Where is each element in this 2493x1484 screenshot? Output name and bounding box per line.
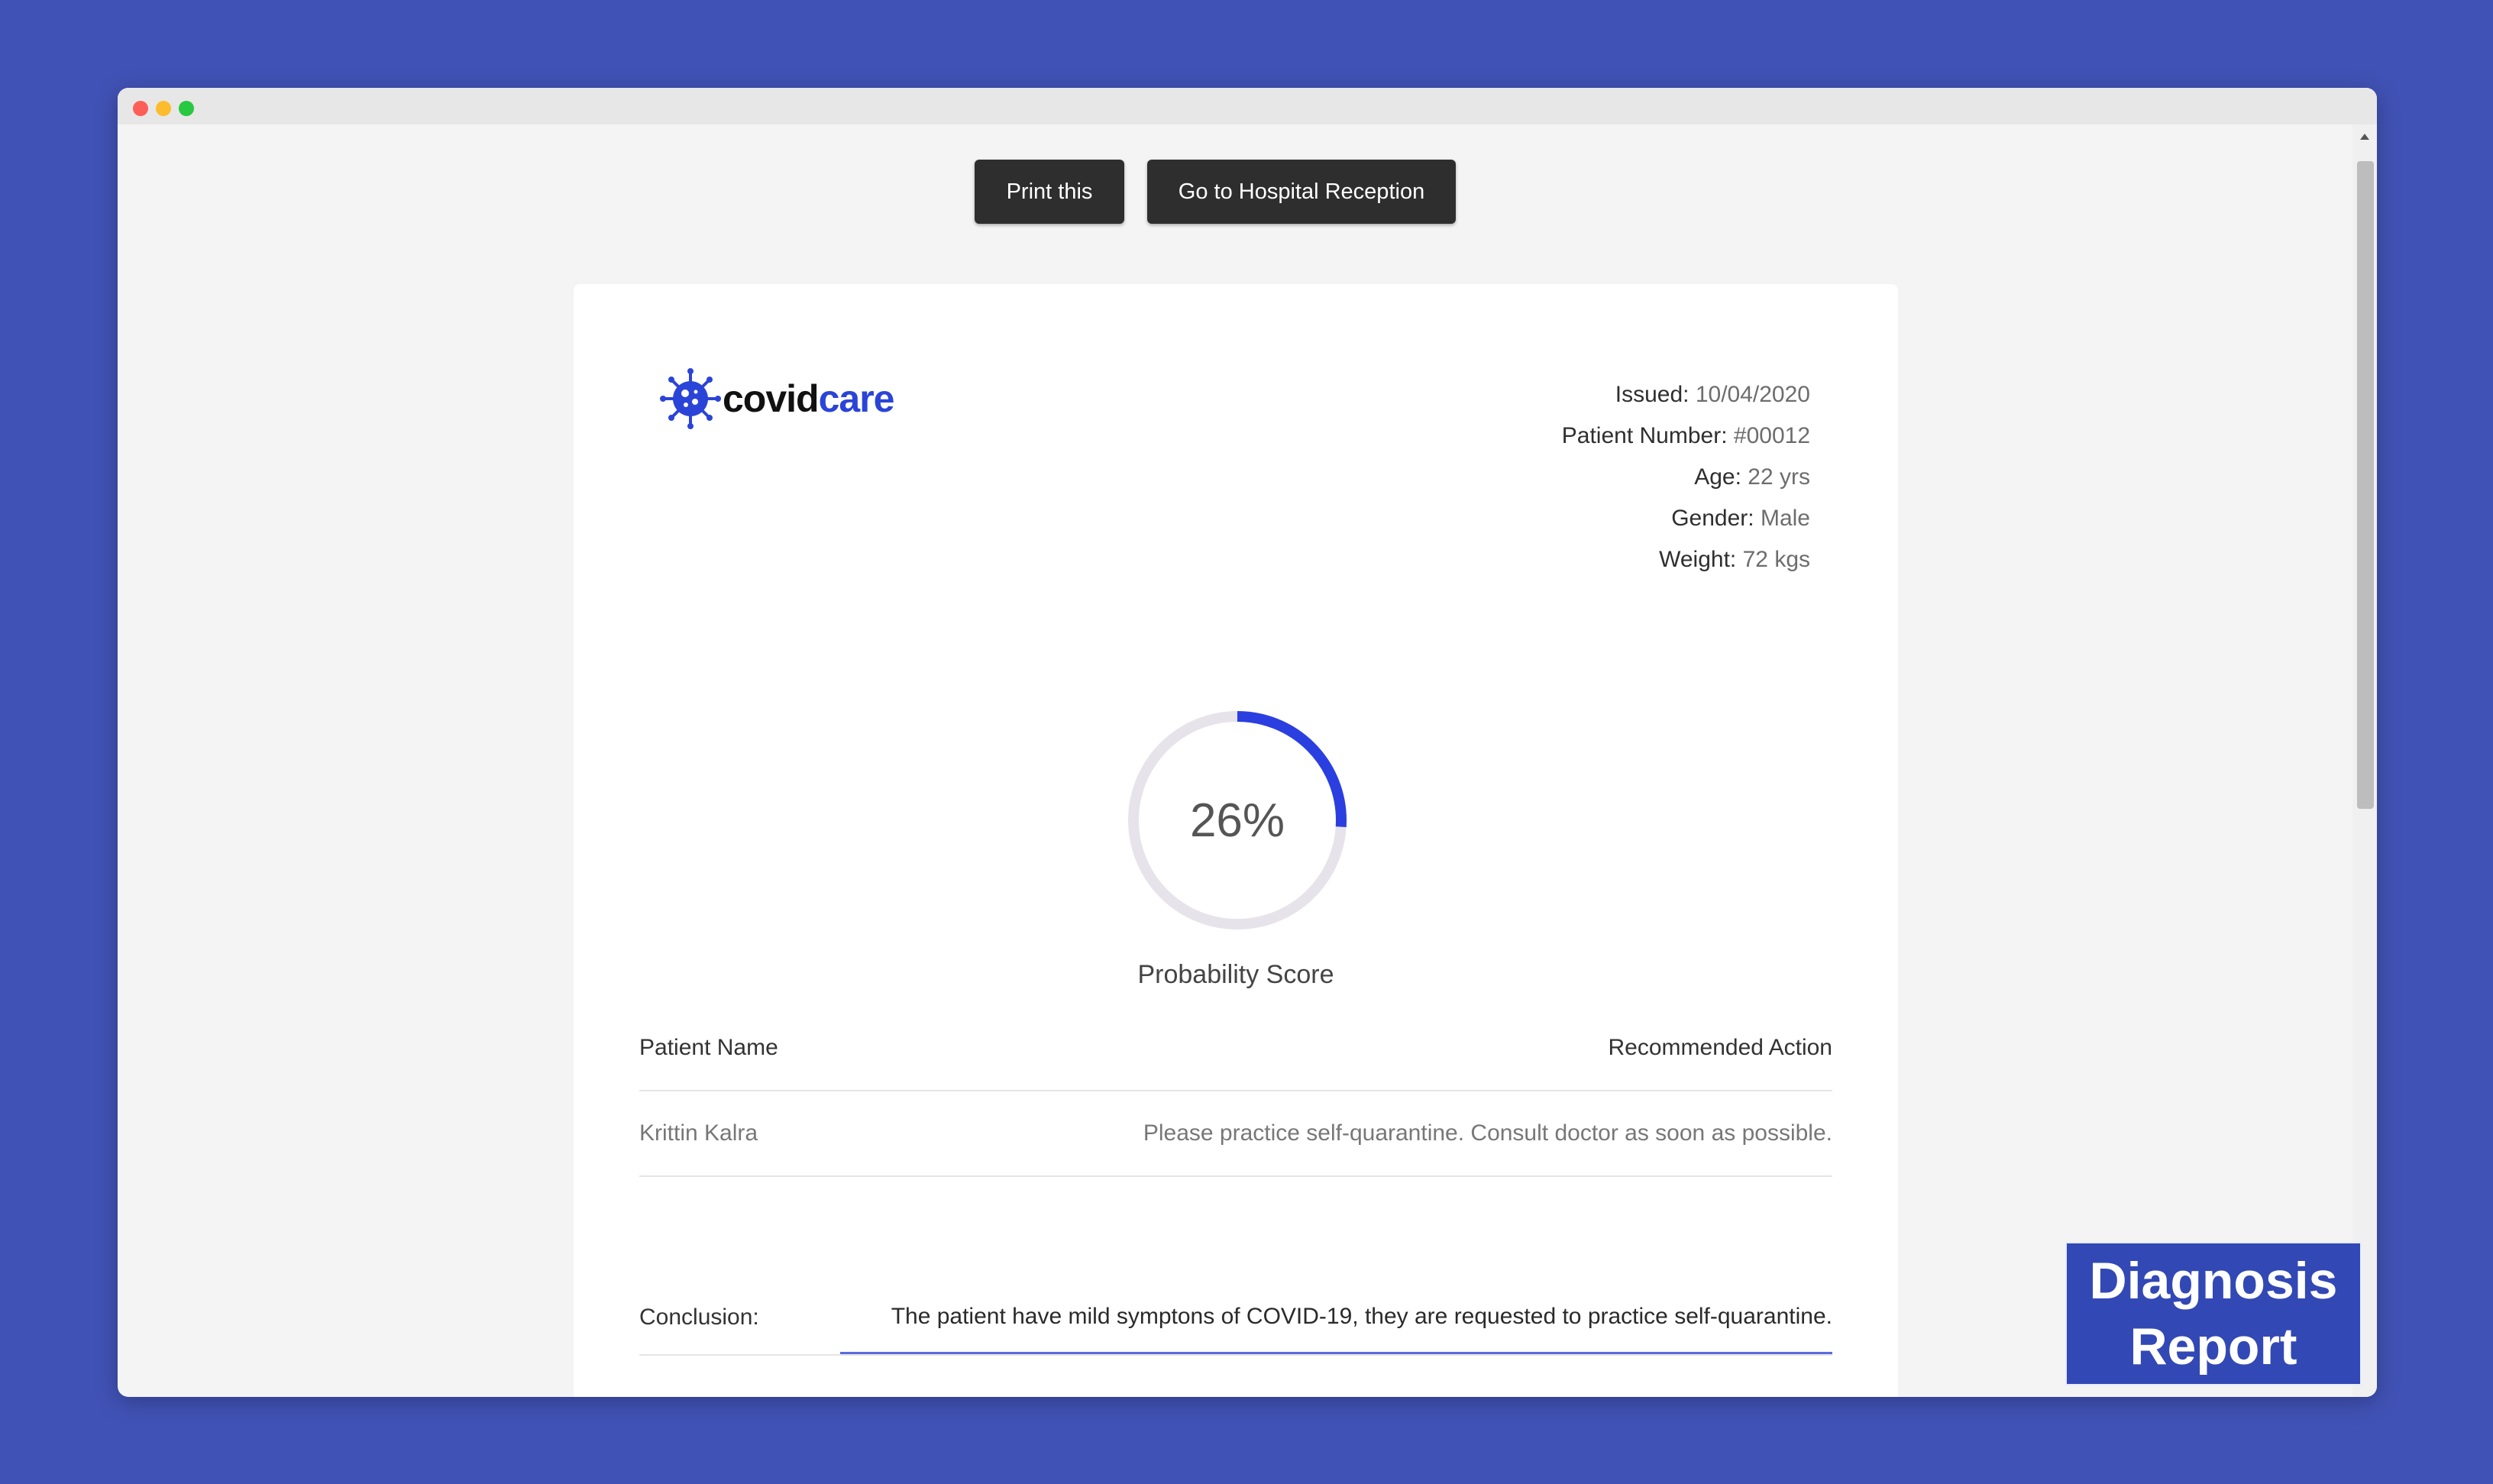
header-patient-name: Patient Name — [639, 1035, 778, 1060]
patient-meta: Issued: 10/04/2020 Patient Number: #0001… — [1562, 374, 1810, 580]
report-card: covidcare Issued: 10/04/2020 Patient Num… — [574, 284, 1898, 1397]
header-recommended-action: Recommended Action — [1608, 1035, 1833, 1060]
brand-logo: covidcare — [660, 367, 894, 431]
patient-number-row: Patient Number: #00012 — [1561, 423, 1810, 448]
title-bar — [118, 88, 2377, 124]
conclusion-row: Conclusion: The patient have mild sympto… — [639, 1281, 1832, 1356]
conclusion-label: Conclusion: — [639, 1305, 759, 1330]
scroll-up-icon[interactable] — [2360, 134, 2369, 140]
brand-name: covidcare — [723, 377, 894, 420]
recommended-action-cell: Please practice self-quarantine. Consult… — [1143, 1120, 1832, 1146]
weight-row: Weight: 72 kgs — [1659, 547, 1810, 572]
table-row: Krittin Kalra Please practice self-quara… — [639, 1091, 1832, 1177]
issued-row: Issued: 10/04/2020 — [1615, 382, 1810, 407]
minimize-window-button[interactable] — [156, 101, 171, 116]
virus-icon — [660, 368, 721, 429]
scrollbar[interactable] — [2352, 124, 2377, 1397]
close-window-button[interactable] — [133, 101, 148, 116]
diagnosis-table: Patient Name Recommended Action Krittin … — [639, 1006, 1832, 1177]
age-row: Age: 22 yrs — [1694, 464, 1810, 490]
print-button[interactable]: Print this — [975, 160, 1124, 224]
conclusion-text: The patient have mild symptons of COVID-… — [840, 1281, 1832, 1354]
badge-line-1: Diagnosis — [2089, 1252, 2338, 1310]
badge-line-2: Report — [2129, 1317, 2297, 1376]
diagnosis-report-badge: Diagnosis Report — [2065, 1242, 2362, 1385]
gender-row: Gender: Male — [1671, 506, 1810, 531]
browser-window: Print this Go to Hospital Reception covi… — [118, 88, 2377, 1397]
scrollbar-thumb[interactable] — [2357, 161, 2374, 809]
probability-label: Probability Score — [1137, 960, 1334, 989]
go-to-reception-button[interactable]: Go to Hospital Reception — [1147, 160, 1456, 224]
patient-name-cell: Krittin Kalra — [639, 1120, 758, 1146]
maximize-window-button[interactable] — [179, 101, 194, 116]
probability-value: 26% — [1189, 794, 1285, 847]
table-header: Patient Name Recommended Action — [639, 1006, 1832, 1091]
